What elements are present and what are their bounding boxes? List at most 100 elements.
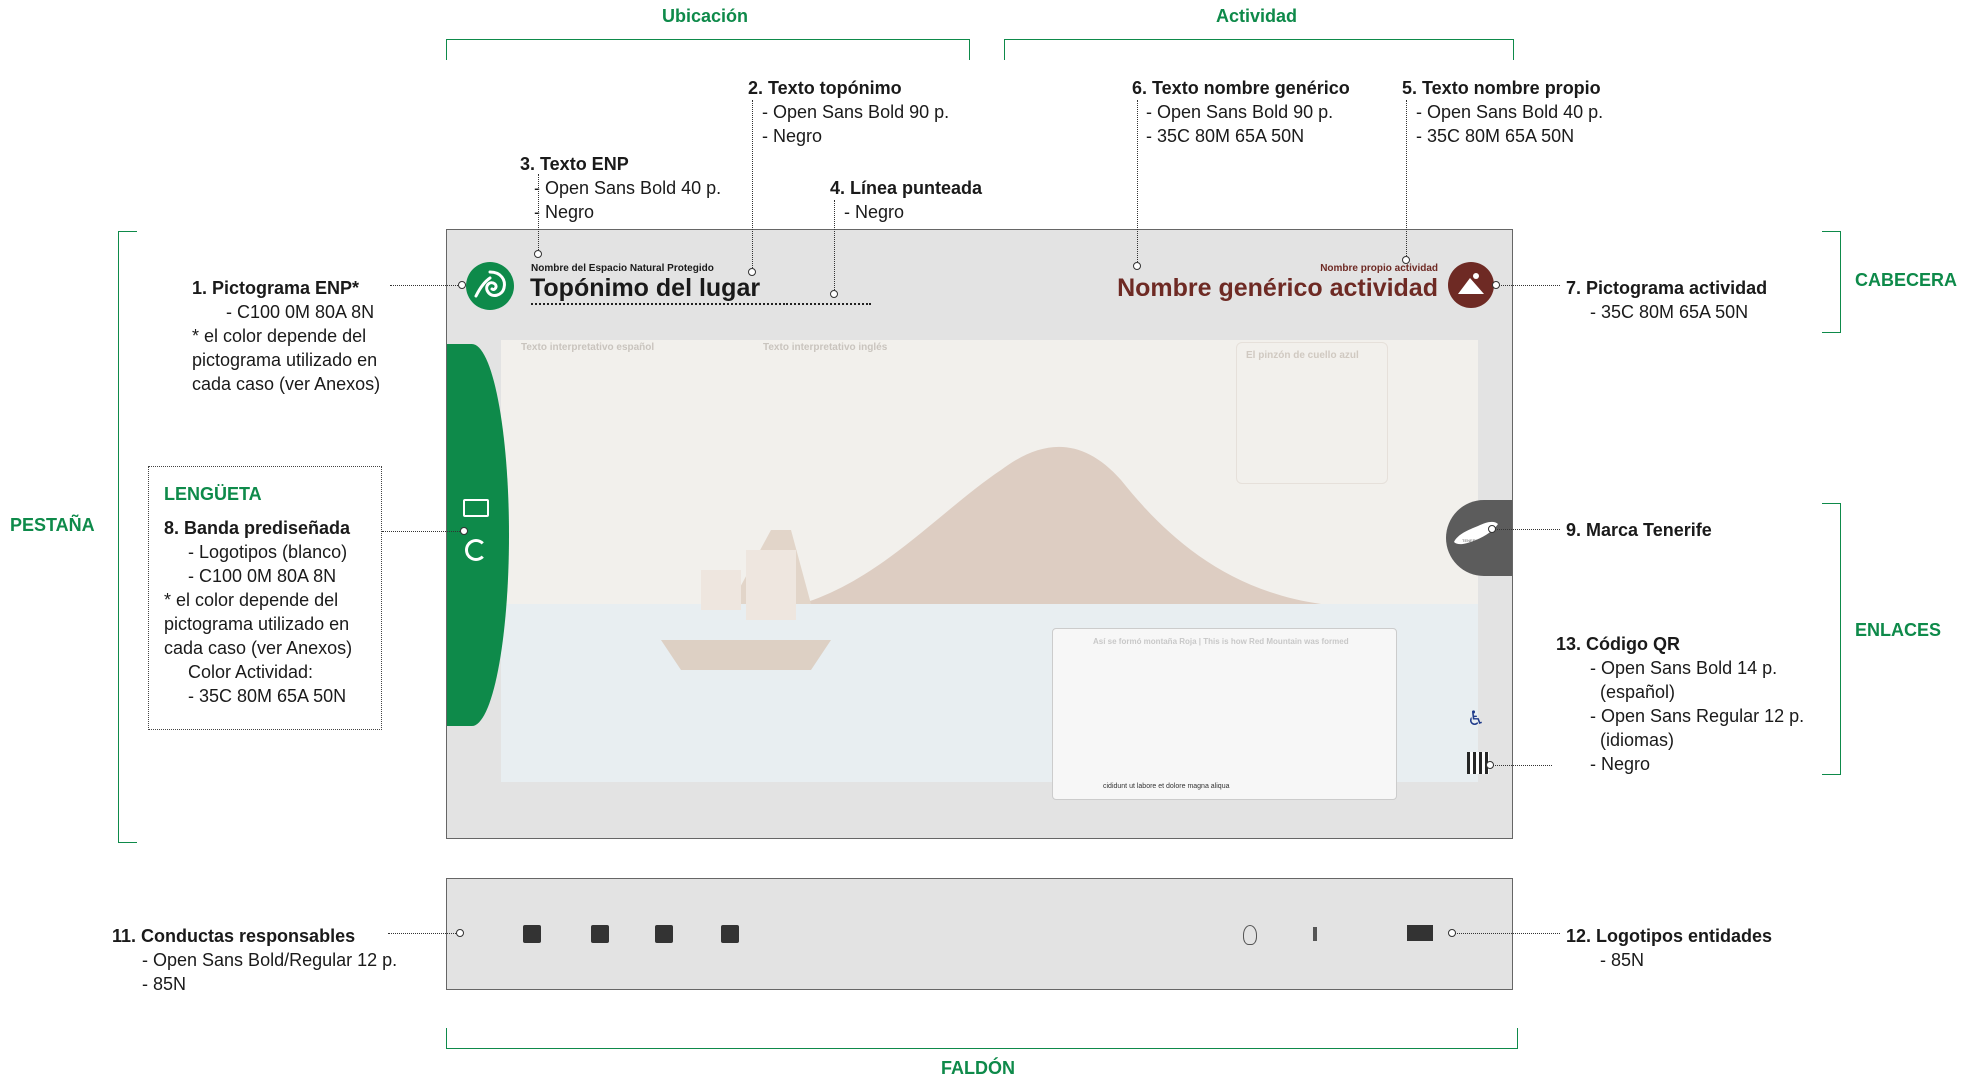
conduct-icon-4 bbox=[721, 925, 739, 943]
own-name-text: Nombre propio actividad bbox=[1320, 263, 1438, 274]
conduct-icon-3 bbox=[655, 925, 673, 943]
callout-1-line: pictograma utilizado en bbox=[192, 350, 378, 370]
callout-9-title: 9. Marca Tenerife bbox=[1566, 520, 1712, 540]
leader-6 bbox=[1137, 100, 1138, 262]
callout-7-title: 7. Pictograma actividad bbox=[1566, 278, 1768, 298]
leader-4 bbox=[834, 200, 835, 292]
section-faldon: FALDÓN bbox=[941, 1058, 1015, 1078]
callout-1: 1. Pictograma ENP* - C100 0M 80A 8N * el… bbox=[192, 276, 380, 396]
section-ubicacion: Ubicación bbox=[662, 6, 749, 26]
leader-1 bbox=[390, 285, 460, 286]
footer-panel bbox=[446, 878, 1513, 990]
callout-12-title: 12. Logotipos entidades bbox=[1566, 926, 1773, 946]
callout-8-line: * el color depende del bbox=[164, 590, 339, 610]
callout-7-line: - 35C 80M 65A 50N bbox=[1590, 302, 1749, 322]
callout-13-title: 13. Código QR bbox=[1556, 634, 1681, 654]
callout-6-line: - 35C 80M 65A 50N bbox=[1146, 126, 1305, 146]
section-cabecera: CABECERA bbox=[1855, 270, 1958, 290]
bracket-ubicacion bbox=[446, 39, 970, 60]
leader-8-dot bbox=[460, 527, 468, 535]
leader-7-dot bbox=[1492, 281, 1500, 289]
callout-12: 12. Logotipos entidades - 85N bbox=[1566, 924, 1772, 972]
activity-pictogram-icon bbox=[1448, 262, 1494, 308]
callout-8-line: cada caso (ver Anexos) bbox=[164, 638, 353, 658]
leader-12 bbox=[1454, 933, 1560, 934]
callout-8-line: pictograma utilizado en bbox=[164, 614, 350, 634]
leader-3-dot bbox=[534, 250, 542, 258]
bracket-enlaces bbox=[1822, 503, 1841, 775]
bird-box-title: El pinzón de cuello azul bbox=[1246, 350, 1359, 361]
callout-4-title: 4. Línea punteada bbox=[830, 178, 983, 198]
callout-8-title: 8. Banda prediseñada bbox=[164, 518, 351, 538]
bird-box bbox=[1236, 342, 1388, 484]
leader-1-dot bbox=[458, 281, 466, 289]
leader-5 bbox=[1406, 100, 1407, 258]
conduct-icon-2 bbox=[591, 925, 609, 943]
leader-11 bbox=[388, 933, 458, 934]
callout-3-title: 3. Texto ENP bbox=[520, 154, 629, 174]
band-logo-2 bbox=[465, 539, 487, 561]
callout-6: 6. Texto nombre genérico - Open Sans Bol… bbox=[1132, 76, 1350, 148]
leader-12-dot bbox=[1448, 929, 1456, 937]
section-pestana: PESTAÑA bbox=[10, 515, 95, 535]
callout-13-line: (idiomas) bbox=[1600, 730, 1675, 750]
leader-7 bbox=[1498, 285, 1560, 286]
dotted-line-extension bbox=[783, 303, 871, 305]
callout-1-title: 1. Pictograma ENP* bbox=[192, 278, 360, 298]
callout-5-line: - 35C 80M 65A 50N bbox=[1416, 126, 1575, 146]
callout-1-line: * el color depende del bbox=[192, 326, 367, 346]
bracket-pestana bbox=[118, 231, 137, 843]
callout-2-line: - Open Sans Bold 90 p. bbox=[762, 102, 950, 122]
callout-3: 3. Texto ENP - Open Sans Bold 40 p. - Ne… bbox=[520, 152, 721, 224]
callout-3-line: - Open Sans Bold 40 p. bbox=[534, 178, 722, 198]
callout-8-line: Color Actividad: bbox=[188, 662, 314, 682]
leader-11-dot bbox=[456, 929, 464, 937]
lengueta-band bbox=[447, 344, 509, 726]
callout-1-line: - C100 0M 80A 8N bbox=[226, 302, 375, 322]
callout-2-title: 2. Texto topónimo bbox=[748, 78, 902, 98]
callout-8-line: - C100 0M 80A 8N bbox=[188, 566, 337, 586]
callout-11-line: - Open Sans Bold/Regular 12 p. bbox=[142, 950, 398, 970]
callout-4-line: - Negro bbox=[844, 202, 905, 222]
callout-8-line: - Logotipos (blanco) bbox=[188, 542, 348, 562]
tenerife-tag: TENERIFE bbox=[1462, 538, 1482, 543]
bracket-actividad bbox=[1004, 39, 1514, 60]
dotted-line bbox=[531, 303, 781, 305]
callout-2: 2. Texto topónimo - Open Sans Bold 90 p.… bbox=[748, 76, 949, 148]
callout-11: 11. Conductas responsables - Open Sans B… bbox=[112, 924, 397, 996]
bracket-faldon bbox=[446, 1028, 1518, 1049]
callout-5-title: 5. Texto nombre propio bbox=[1402, 78, 1601, 98]
callout-12-line: - 85N bbox=[1600, 950, 1645, 970]
enp-pictogram-icon bbox=[466, 262, 514, 310]
band-logo-1 bbox=[463, 499, 489, 517]
callout-5: 5. Texto nombre propio - Open Sans Bold … bbox=[1402, 76, 1603, 148]
entity-logo-1 bbox=[1243, 925, 1257, 945]
callout-8-heading: LENGÜETA bbox=[164, 484, 262, 504]
entity-logo-eu bbox=[1407, 925, 1433, 941]
section-actividad: Actividad bbox=[1216, 6, 1298, 26]
callout-13-line: - Open Sans Regular 12 p. bbox=[1590, 706, 1805, 726]
callout-13-line: - Open Sans Bold 14 p. bbox=[1590, 658, 1778, 678]
text-en-title: Texto interpretativo inglés bbox=[763, 342, 888, 353]
leader-9-dot bbox=[1488, 525, 1496, 533]
callout-4: 4. Línea punteada - Negro bbox=[830, 176, 982, 224]
enp-name-text: Nombre del Espacio Natural Protegido bbox=[531, 263, 714, 274]
callout-2-line: - Negro bbox=[762, 126, 823, 146]
leader-4-dot bbox=[830, 290, 838, 298]
callout-5-line: - Open Sans Bold 40 p. bbox=[1416, 102, 1604, 122]
leader-5-dot bbox=[1402, 256, 1410, 264]
leader-13 bbox=[1492, 765, 1552, 766]
formation-box: Así se formó montaña Roja | This is how … bbox=[1052, 628, 1397, 800]
leader-6-dot bbox=[1133, 262, 1141, 270]
callout-8: LENGÜETA 8. Banda prediseñada - Logotipo… bbox=[164, 482, 352, 708]
toponym-text: Topónimo del lugar bbox=[530, 274, 761, 302]
main-panel: Nombre del Espacio Natural Protegido Top… bbox=[446, 229, 1513, 839]
callout-13-line: (español) bbox=[1600, 682, 1676, 702]
text-es-title: Texto interpretativo español bbox=[521, 342, 655, 353]
bracket-cabecera bbox=[1822, 231, 1841, 333]
callout-3-line: - Negro bbox=[534, 202, 595, 222]
formation-box-caption: cididunt ut labore et dolore magna aliqu… bbox=[1103, 783, 1230, 790]
conduct-icon-1 bbox=[523, 925, 541, 943]
callout-7: 7. Pictograma actividad - 35C 80M 65A 50… bbox=[1566, 276, 1767, 324]
formation-box-title: Así se formó montaña Roja | This is how … bbox=[1093, 637, 1349, 646]
